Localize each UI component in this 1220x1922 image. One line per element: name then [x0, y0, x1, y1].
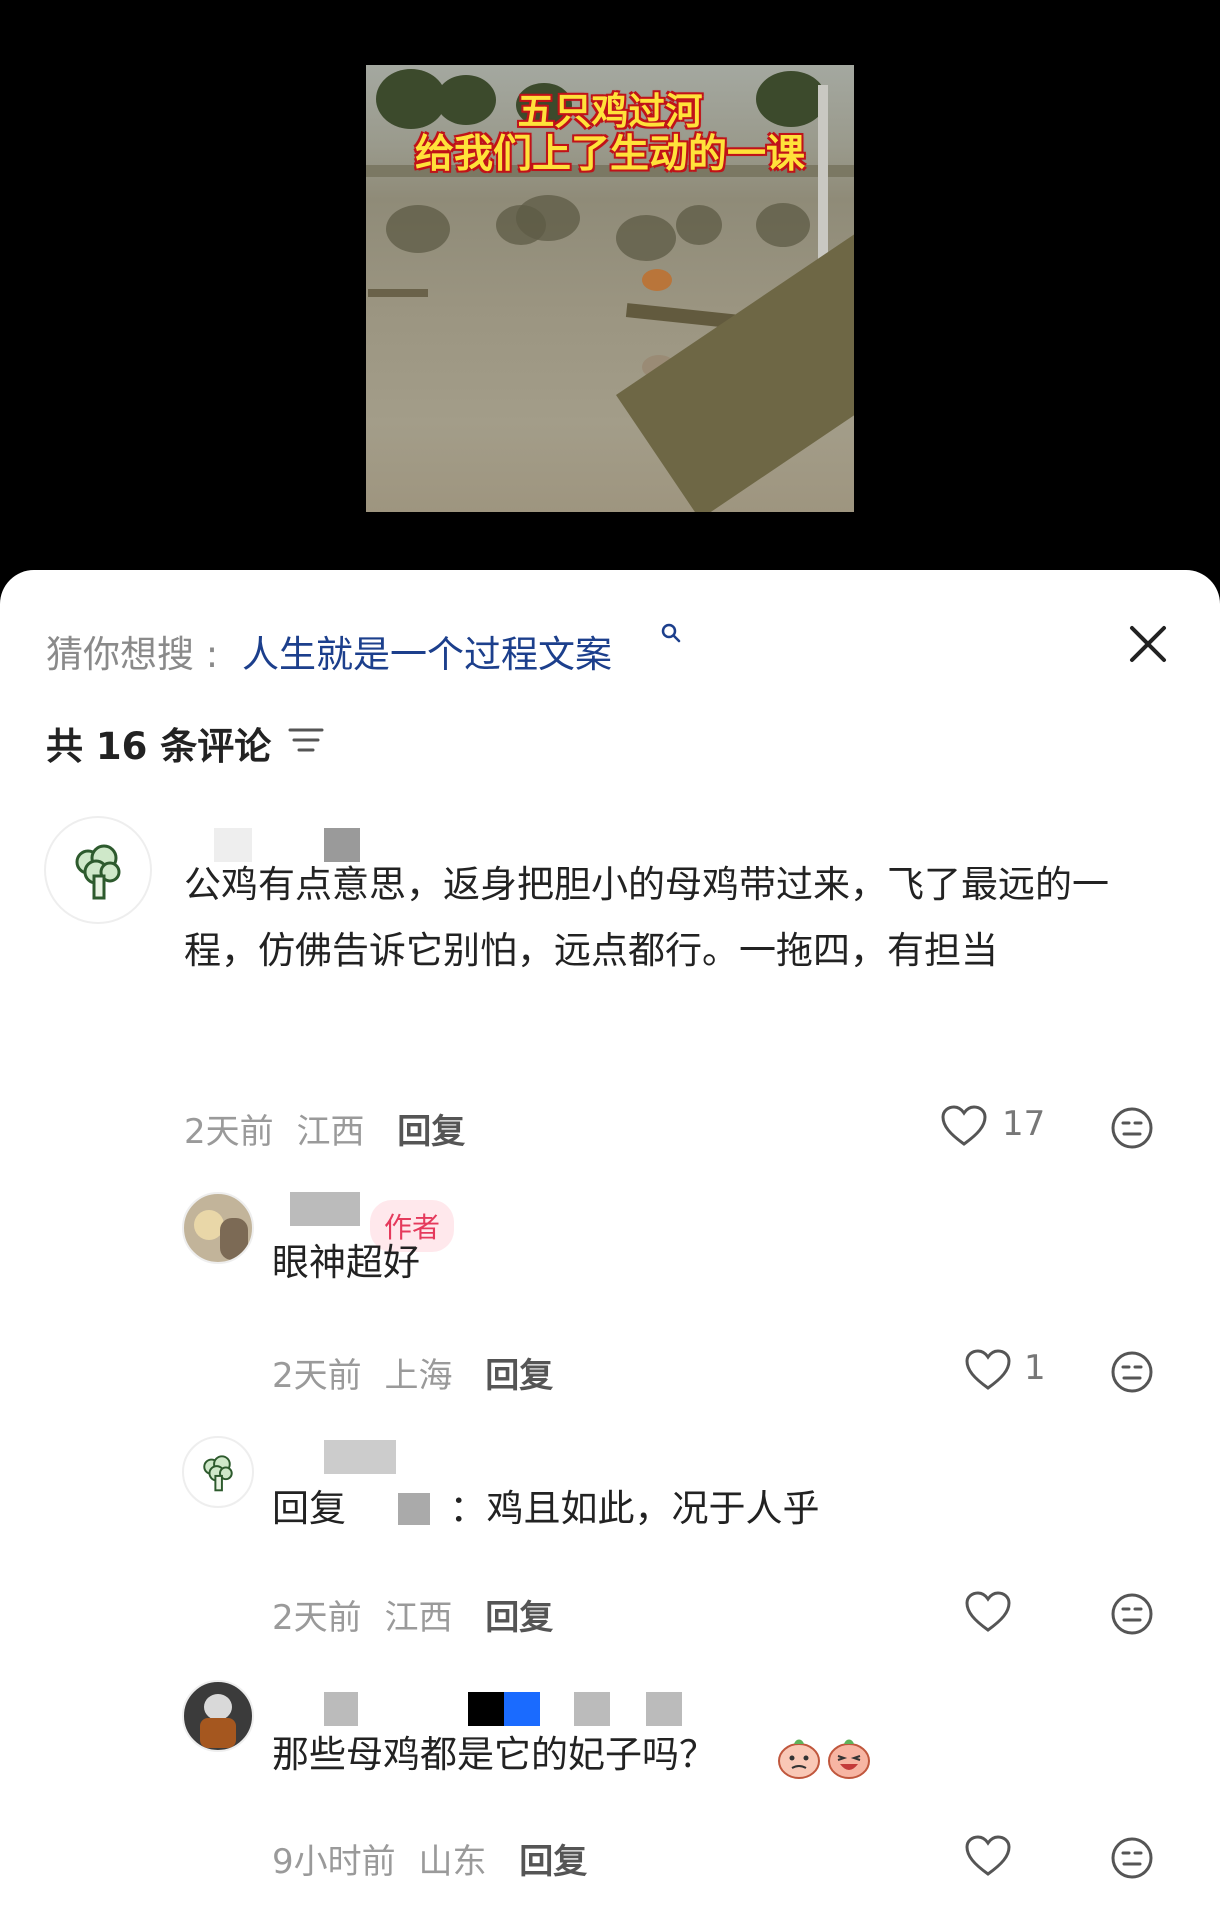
comment-time: 9小时前 [272, 1842, 396, 1882]
comment-text-row: 那些母鸡都是它的妃子吗？ [272, 1722, 716, 1788]
comment-time: 2天前 [272, 1356, 362, 1396]
heart-icon[interactable] [964, 1834, 1012, 1878]
masked-username [324, 1440, 396, 1474]
heart-icon[interactable] [940, 1104, 988, 1148]
masked-username [468, 1692, 504, 1726]
search-icon[interactable] [660, 622, 682, 644]
tree-reflection [676, 205, 722, 245]
search-suggestion-row: 猜你想搜 : 人生就是一个过程文案 [46, 614, 1174, 676]
comment-location: 江西 [384, 1598, 453, 1638]
close-icon[interactable] [1122, 618, 1174, 670]
tree-reflection [386, 205, 450, 253]
comment-text: ：鸡且如此，况于人乎 [449, 1487, 820, 1530]
like-count: 17 [1002, 1104, 1046, 1144]
comment-count: 共 16 条评论 [46, 725, 272, 768]
suggest-prefix: 猜你想搜 : [46, 633, 219, 676]
like-count: 1 [1024, 1348, 1046, 1388]
masked-username [324, 1692, 358, 1726]
emoji-peach-icon [778, 1739, 820, 1779]
comment-text: 那些母鸡都是它的妃子吗？ [272, 1733, 716, 1776]
comment-time: 2天前 [184, 1112, 274, 1152]
avatar[interactable] [182, 1436, 254, 1508]
reply-button[interactable]: 回复 [485, 1598, 553, 1638]
avatar[interactable] [182, 1680, 254, 1752]
broccoli-icon [203, 1455, 233, 1492]
comment-time: 2天前 [272, 1598, 362, 1638]
reply-button[interactable]: 回复 [397, 1112, 465, 1152]
comment-location: 山东 [418, 1842, 487, 1882]
avatar-shape [200, 1718, 236, 1748]
comment-meta: 2天前 江西 回复 [272, 1590, 553, 1639]
comment-meta: 2天前 江西 回复 [184, 1104, 465, 1153]
video-thumbnail[interactable]: 五只鸡过河 给我们上了生动的一课 [366, 65, 854, 512]
comment-count-row: 共 16 条评论 [46, 716, 324, 768]
comment-text: 公鸡有点意思，返身把胆小的母鸡带过来，飞了最远的一程，仿佛告诉它别怕，远点都行。… [184, 863, 1109, 972]
masked-username [504, 1692, 540, 1726]
comment-location: 江西 [296, 1112, 365, 1152]
comment-meta: 2天前 上海 回复 [272, 1348, 553, 1397]
reaction-face-icon[interactable] [1110, 1350, 1154, 1394]
masked-username [646, 1692, 682, 1726]
emoji-laughing-peach-icon [828, 1739, 870, 1779]
tree-reflection [616, 215, 676, 261]
avatar[interactable] [44, 816, 152, 924]
log [368, 289, 428, 297]
avatar-shape [220, 1218, 248, 1260]
chicken-shape [642, 269, 672, 291]
filter-icon[interactable] [288, 724, 324, 756]
heart-icon[interactable] [964, 1590, 1012, 1634]
reply-button[interactable]: 回复 [485, 1356, 553, 1396]
suggest-query-link[interactable]: 人生就是一个过程文案 [242, 624, 612, 678]
video-player[interactable]: 五只鸡过河 给我们上了生动的一课 [0, 0, 1220, 600]
avatar[interactable] [182, 1192, 254, 1264]
tree-reflection [516, 195, 580, 241]
comment-text: 眼神超好 [272, 1241, 420, 1284]
reply-prefix: 回复 [272, 1487, 346, 1530]
masked-username [397, 1493, 430, 1525]
comment-meta: 9小时前 山东 回复 [272, 1834, 587, 1883]
masked-username [574, 1692, 610, 1726]
avatar-shape [204, 1694, 232, 1720]
reaction-face-icon[interactable] [1110, 1592, 1154, 1636]
video-caption-line2: 给我们上了生动的一课 [414, 132, 805, 177]
heart-icon[interactable] [964, 1348, 1012, 1392]
comment-location: 上海 [384, 1356, 453, 1396]
reply-button[interactable]: 回复 [519, 1842, 587, 1882]
reaction-face-icon[interactable] [1110, 1836, 1154, 1880]
tree-reflection [756, 203, 810, 247]
masked-username [290, 1192, 360, 1226]
broccoli-icon [75, 844, 121, 900]
reaction-face-icon[interactable] [1110, 1106, 1154, 1150]
comment-sheet: 猜你想搜 : 人生就是一个过程文案 共 16 条评论 公鸡有点意思，返身把胆小的… [0, 570, 1220, 1922]
reply-line: 回复 ：鸡且如此，况于人乎 [272, 1476, 820, 1542]
